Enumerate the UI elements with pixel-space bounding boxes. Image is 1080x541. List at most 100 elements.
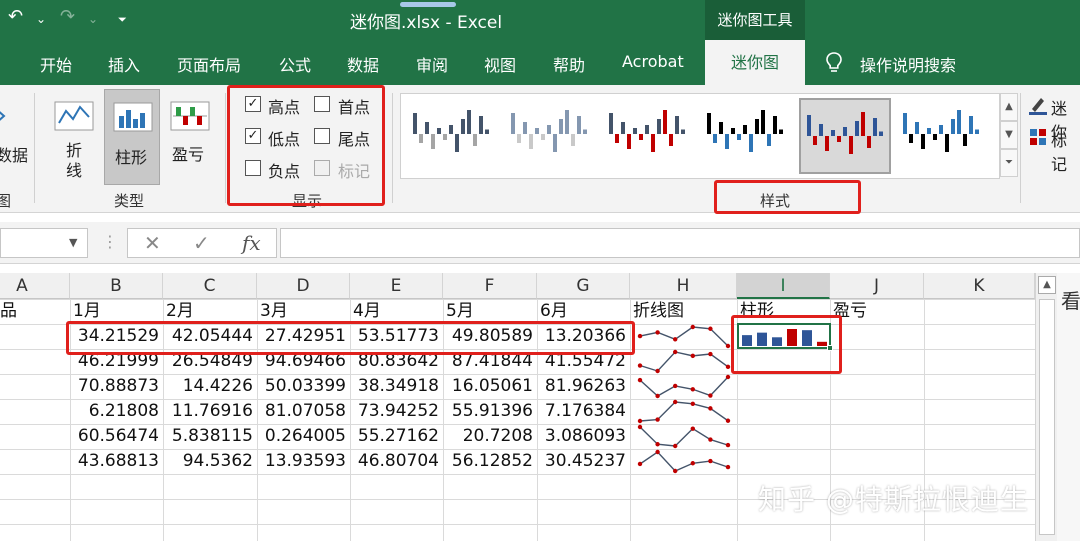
column-sparkline-label: 柱形 xyxy=(115,148,148,167)
sparkline-marker xyxy=(655,330,660,335)
style-preview-bar xyxy=(479,116,483,134)
style-preview-bar xyxy=(639,134,643,140)
line-sparkline xyxy=(639,351,729,372)
gallery-scroll-down[interactable]: ▼ xyxy=(1000,121,1018,149)
context-tab-group-label: 迷你图工具 xyxy=(705,0,805,40)
gallery-scroll-up[interactable]: ▲ xyxy=(1000,93,1018,121)
style-preview-icon xyxy=(807,112,883,154)
style-preview-bar xyxy=(831,130,835,136)
tab-help[interactable]: 帮助 xyxy=(553,52,585,76)
formula-bar: ▼ ⋮ ✕ ✓ fx xyxy=(0,222,1080,264)
style-preview-bar xyxy=(577,116,581,134)
style-preview-bar xyxy=(867,136,871,148)
style-preview-bar xyxy=(437,128,441,134)
sparkline-marker xyxy=(637,461,643,467)
style-preview-bar xyxy=(583,129,587,134)
line-sparkline-button[interactable]: 折 线 xyxy=(48,91,100,185)
tab-review[interactable]: 审阅 xyxy=(416,52,448,76)
window-drag-handle[interactable] xyxy=(400,2,456,7)
style-preview-bar xyxy=(855,121,859,136)
style-preview-bar xyxy=(443,134,447,140)
style-preview-bar xyxy=(529,134,533,149)
style-preview-bar xyxy=(553,134,557,152)
enter-icon[interactable]: ✓ xyxy=(193,231,210,255)
style-preview-bar xyxy=(559,119,563,134)
gallery-more[interactable]: ⏷ xyxy=(1000,149,1018,177)
sparkline-marker xyxy=(690,353,695,359)
style-preview-bar xyxy=(773,116,777,134)
style-preview-bar xyxy=(873,118,877,136)
style-preview-bar xyxy=(675,116,679,134)
style-preview-bar xyxy=(719,122,723,134)
vertical-scrollbar[interactable]: ▲ xyxy=(1035,273,1057,541)
insert-function-icon[interactable]: fx xyxy=(242,231,261,255)
sparkline-marker xyxy=(655,393,660,399)
sparkline-marker xyxy=(725,442,731,448)
undo-icon[interactable]: ↶ xyxy=(8,6,23,27)
tab-page-layout[interactable]: 页面布局 xyxy=(177,52,241,76)
style-preview-bar xyxy=(963,134,967,146)
style-preview-bar xyxy=(713,134,717,143)
column-sparkline-bar xyxy=(772,337,782,346)
style-preview-bar xyxy=(431,134,435,149)
marker-color-label[interactable]: 标记 xyxy=(1051,127,1080,175)
tab-view[interactable]: 视图 xyxy=(484,52,516,76)
style-preview-bar xyxy=(663,110,667,134)
edit-data-label[interactable]: 数据 xyxy=(0,142,28,166)
style-preview-bar xyxy=(927,128,931,134)
sparkline-color-icon[interactable] xyxy=(1028,95,1048,115)
edit-data-icon[interactable] xyxy=(0,105,8,127)
style-preview-bar xyxy=(849,136,853,154)
style-preview-bar xyxy=(473,134,477,146)
sparkline-style-6[interactable] xyxy=(897,98,989,174)
sparkline-marker xyxy=(708,326,713,331)
style-preview-icon xyxy=(609,110,685,152)
customize-quick-access-icon[interactable]: ⏷ xyxy=(118,13,127,27)
style-preview-bar xyxy=(837,136,841,142)
style-preview-icon xyxy=(413,110,489,152)
undo-dropdown-icon[interactable]: ⌄ xyxy=(36,12,46,26)
sparkline-style-3[interactable] xyxy=(603,98,695,174)
line-sparkline-label: 折 线 xyxy=(66,141,83,180)
name-box-dropdown-icon[interactable]: ▼ xyxy=(69,236,77,249)
style-preview-icon xyxy=(903,110,979,152)
sparkline-marker xyxy=(655,442,660,447)
style-preview-bar xyxy=(669,134,673,146)
style-preview-bar xyxy=(547,125,551,134)
sparkline-style-1[interactable] xyxy=(407,98,499,174)
tab-acrobat[interactable]: Acrobat xyxy=(622,52,684,71)
highlight-box-style xyxy=(714,180,861,214)
window-title: 迷你图.xlsx - Excel xyxy=(350,13,503,33)
name-box[interactable]: ▼ xyxy=(0,228,88,258)
style-preview-bar xyxy=(909,134,913,143)
style-preview-bar xyxy=(571,134,575,146)
style-preview-bar xyxy=(535,128,539,134)
style-preview-bar xyxy=(957,110,961,134)
sparkline-marker xyxy=(690,401,695,407)
style-preview-bar xyxy=(523,122,527,134)
title-bar: ↶ ⌄ ↷ ⌄ ⏷ 迷你图.xlsx - Excel 迷你图工具 xyxy=(0,0,1080,40)
style-preview-bar xyxy=(517,134,521,143)
group-divider xyxy=(1020,93,1021,203)
tab-sparkline[interactable]: 迷你图 xyxy=(705,40,805,85)
marker-color-icon[interactable] xyxy=(1028,127,1048,147)
tab-formulas[interactable]: 公式 xyxy=(279,52,311,76)
sparkline-style-4[interactable] xyxy=(701,98,793,174)
tab-data[interactable]: 数据 xyxy=(347,52,379,76)
column-sparkline-bar xyxy=(742,335,752,346)
style-preview-bar xyxy=(813,136,817,145)
tab-home[interactable]: 开始 xyxy=(40,52,72,76)
column-sparkline-button[interactable]: 柱形 xyxy=(104,89,160,185)
tab-insert[interactable]: 插入 xyxy=(108,52,140,76)
cancel-icon[interactable]: ✕ xyxy=(144,231,161,255)
winloss-sparkline-button[interactable]: 盈亏 xyxy=(164,91,216,185)
style-preview-bar xyxy=(951,119,955,134)
style-preview-icon xyxy=(511,110,587,152)
sparkline-style-2[interactable] xyxy=(505,98,597,174)
scroll-up-button[interactable]: ▲ xyxy=(1038,276,1056,294)
scroll-thumb[interactable] xyxy=(1039,299,1055,535)
sparkline-style-gallery[interactable] xyxy=(400,93,1000,179)
formula-input[interactable] xyxy=(280,228,1080,258)
sparkline-style-5[interactable] xyxy=(799,98,891,174)
tell-me-search[interactable]: 操作说明搜索 xyxy=(860,52,956,76)
